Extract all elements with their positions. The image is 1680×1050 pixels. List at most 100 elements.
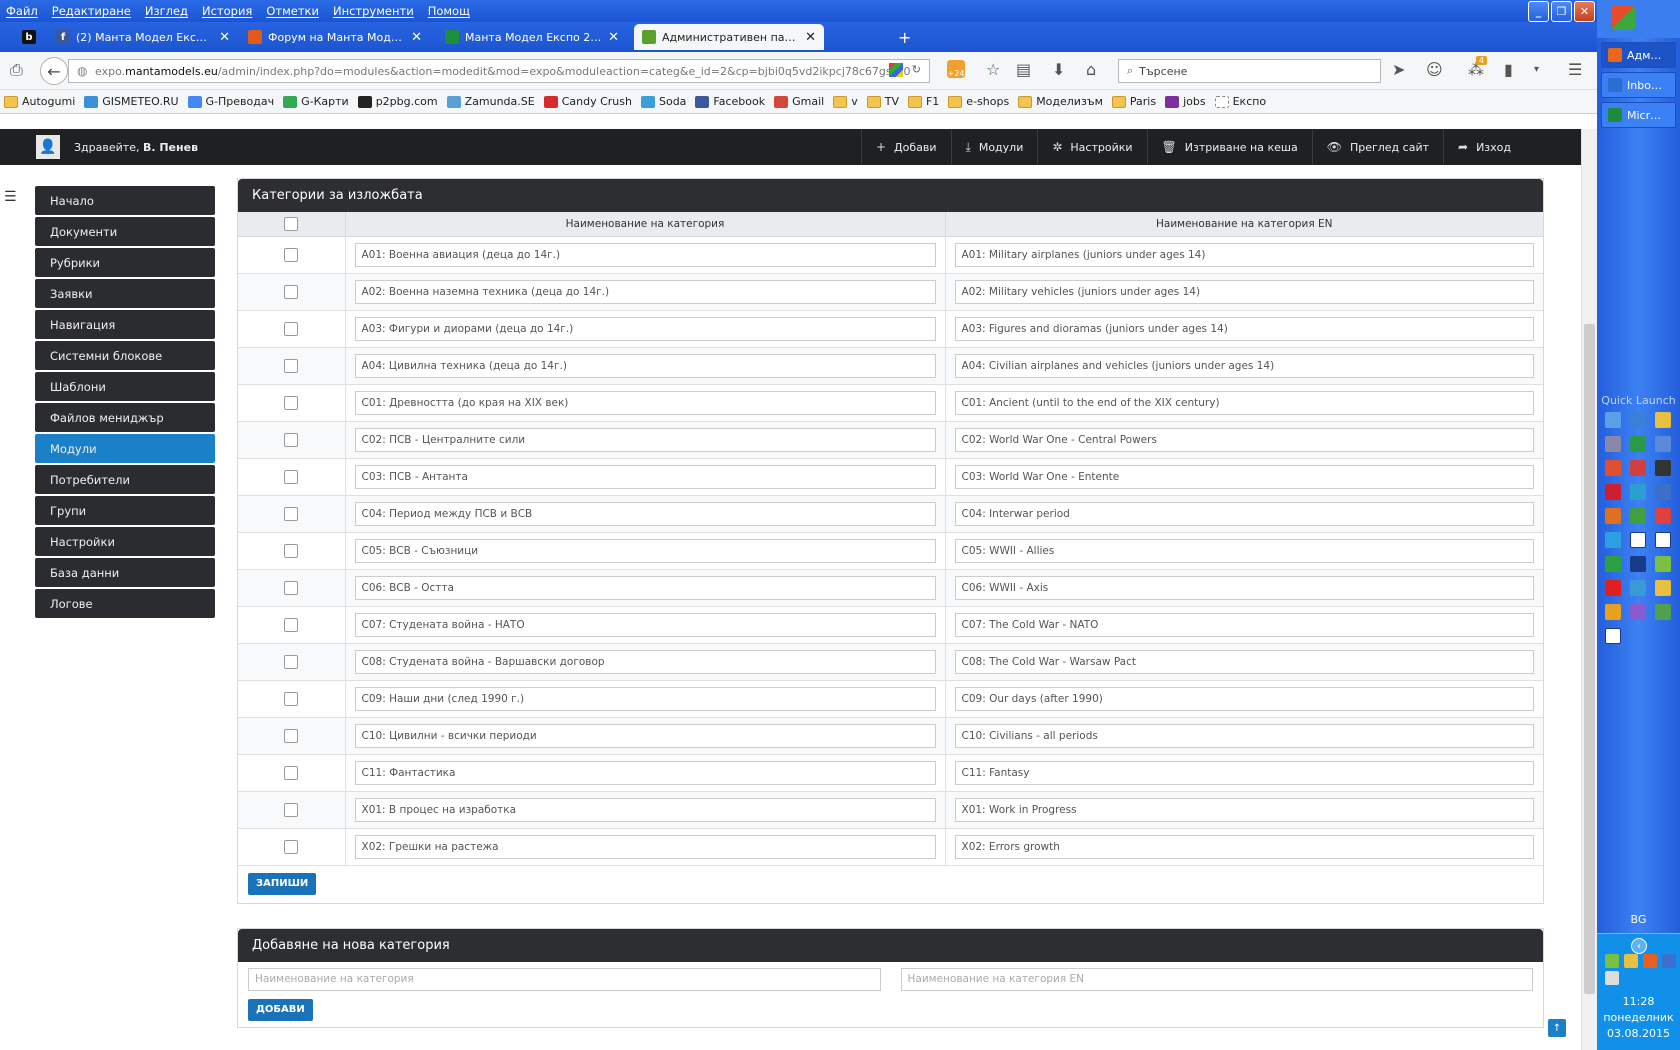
quick-launch-icon[interactable]	[1605, 508, 1621, 524]
quick-launch-icon[interactable]	[1630, 436, 1646, 452]
quick-launch-icon[interactable]	[1630, 556, 1646, 572]
sidebar-item[interactable]: База данни	[35, 558, 215, 587]
category-en-input[interactable]: X02: Errors growth	[954, 834, 1534, 859]
bookmark-item[interactable]: G-Карти	[283, 95, 349, 108]
quick-launch-icon[interactable]	[1655, 604, 1671, 620]
category-bg-input[interactable]: A03: Фигури и диорами (деца до 14г.)	[354, 316, 936, 341]
tray-expand-icon[interactable]: ‹	[1631, 938, 1647, 954]
category-en-input[interactable]: C07: The Cold War - NATO	[954, 612, 1534, 637]
category-en-input[interactable]: A01: Military airplanes (juniors under a…	[954, 242, 1534, 267]
category-en-input[interactable]: A03: Figures and dioramas (juniors under…	[954, 316, 1534, 341]
bookmark-item[interactable]: GISMETEO.RU	[84, 95, 179, 108]
sidebar-item[interactable]: Настройки	[35, 527, 215, 556]
row-checkbox[interactable]	[284, 802, 299, 817]
row-checkbox[interactable]	[284, 617, 299, 632]
row-checkbox[interactable]	[284, 543, 299, 558]
category-en-input[interactable]: C04: Interwar period	[954, 501, 1534, 526]
quick-launch-icon[interactable]	[1630, 580, 1646, 596]
bookmark-item[interactable]: Candy Crush	[543, 95, 632, 108]
top-menu-item[interactable]: + Добави	[860, 129, 951, 165]
tab-close-icon[interactable]: ✕	[608, 30, 619, 45]
sidebar-item[interactable]: Навигация	[35, 310, 215, 339]
quick-launch-icon[interactable]	[1630, 412, 1646, 428]
quick-launch-icon[interactable]	[1630, 460, 1646, 476]
new-category-bg-input[interactable]: Наименование на категория	[248, 967, 881, 991]
windows-start-icon[interactable]	[1611, 6, 1635, 30]
menu-item[interactable]: История	[202, 4, 252, 18]
scrollbar-thumb[interactable]	[1584, 324, 1595, 994]
category-en-input[interactable]: A02: Military vehicles (juniors under ag…	[954, 279, 1534, 304]
row-checkbox[interactable]	[284, 691, 299, 706]
addon-icon[interactable]	[889, 63, 903, 77]
download-icon[interactable]: ⬇	[1052, 60, 1065, 79]
clipboard-icon[interactable]: ▮	[1504, 60, 1513, 79]
bookmark-item[interactable]: TV	[866, 95, 899, 108]
row-checkbox[interactable]	[284, 321, 299, 336]
quick-launch-icon[interactable]	[1655, 460, 1671, 476]
category-en-input[interactable]: C01: Ancient (until to the end of the XI…	[954, 390, 1534, 415]
hamburger-menu-icon[interactable]: ☰	[1568, 60, 1582, 79]
quick-launch-icon[interactable]	[1605, 436, 1621, 452]
category-en-input[interactable]: C11: Fantasy	[954, 760, 1534, 785]
quick-launch-icon[interactable]	[1630, 508, 1646, 524]
category-en-input[interactable]: X01: Work in Progress	[954, 797, 1534, 822]
category-bg-input[interactable]: C06: ВСВ - Остта	[354, 575, 936, 600]
url-bar[interactable]: ◍ expo. mantamodels.eu/admin/index.php?do…	[68, 59, 930, 83]
row-checkbox[interactable]	[284, 839, 299, 854]
quick-launch-icon[interactable]	[1605, 580, 1621, 596]
tray-icon[interactable]	[1624, 954, 1638, 968]
category-bg-input[interactable]: A01: Военна авиация (деца до 14г.)	[354, 242, 936, 267]
quick-launch-icon[interactable]	[1655, 556, 1671, 572]
menu-item[interactable]: Редактиране	[52, 4, 131, 18]
category-bg-input[interactable]: A02: Военна наземна техника (деца до 14г…	[354, 279, 936, 304]
category-bg-input[interactable]: C03: ПСВ - Антанта	[354, 464, 936, 489]
category-en-input[interactable]: C08: The Cold War - Warsaw Pact	[954, 649, 1534, 674]
add-button[interactable]: ДОБАВИ	[248, 998, 313, 1021]
row-checkbox[interactable]	[284, 358, 299, 373]
category-bg-input[interactable]: C07: Студената война - НАТО	[354, 612, 936, 637]
reload-icon[interactable]: ↻	[912, 63, 921, 76]
weather-icon[interactable]: +24	[947, 60, 965, 78]
top-menu-item[interactable]: 🗑 Изтриване на кеша	[1146, 129, 1312, 165]
quick-launch-icon[interactable]	[1605, 412, 1621, 428]
sidebar-item[interactable]: Файлов мениджър	[35, 403, 215, 432]
quick-launch-icon[interactable]	[1605, 484, 1621, 500]
category-bg-input[interactable]: C09: Наши дни (след 1990 г.)	[354, 686, 936, 711]
quick-launch-icon[interactable]	[1655, 532, 1671, 548]
bookmark-item[interactable]: jobs	[1165, 95, 1206, 108]
send-icon[interactable]: ➤	[1392, 60, 1405, 79]
category-bg-input[interactable]: A04: Цивилна техника (деца до 14г.)	[354, 353, 936, 378]
tab-close-icon[interactable]: ✕	[219, 30, 230, 45]
bookmark-item[interactable]: p2pbg.com	[357, 95, 438, 108]
category-bg-input[interactable]: C01: Древността (до края на XIX век)	[354, 390, 936, 415]
top-menu-item[interactable]: ⤓ Модули	[950, 129, 1038, 165]
menu-item[interactable]: Изглед	[145, 4, 188, 18]
tab-close-icon[interactable]: ✕	[805, 30, 816, 45]
top-menu-item[interactable]: 👁 Преглед сайт	[1311, 129, 1443, 165]
quick-launch-icon[interactable]	[1605, 460, 1621, 476]
bookmark-item[interactable]: Autogumi	[4, 95, 75, 108]
bookmark-item[interactable]: Paris	[1111, 95, 1156, 108]
row-checkbox[interactable]	[284, 247, 299, 262]
quick-launch-icon[interactable]	[1655, 580, 1671, 596]
bookmark-item[interactable]: G-Преводач	[187, 95, 274, 108]
browser-tab[interactable]: Форум на Манта Модел Клуб • Д… ✕	[240, 24, 430, 50]
category-bg-input[interactable]: C11: Фантастика	[354, 760, 936, 785]
back-button[interactable]: ←	[40, 57, 68, 85]
page-scrollbar[interactable]	[1581, 129, 1597, 1050]
menu-item[interactable]: Отметки	[266, 4, 319, 18]
select-all-checkbox[interactable]	[284, 216, 299, 231]
sidebar-item[interactable]: Групи	[35, 496, 215, 525]
quick-launch-icon[interactable]	[1605, 628, 1621, 644]
row-checkbox[interactable]	[284, 728, 299, 743]
bookmark-item[interactable]: Facebook	[695, 95, 765, 108]
bookmark-item[interactable]: Експо	[1214, 95, 1266, 108]
top-menu-item[interactable]: ➦ Изход	[1443, 129, 1525, 165]
sidebar-item[interactable]: Заявки	[35, 279, 215, 308]
bookmark-item[interactable]: F1	[907, 95, 939, 108]
row-checkbox[interactable]	[284, 654, 299, 669]
category-bg-input[interactable]: C04: Период между ПСВ и ВСВ	[354, 501, 936, 526]
top-menu-item[interactable]: ✲ Настройки	[1037, 129, 1146, 165]
chat-icon[interactable]: ☺	[1426, 60, 1443, 79]
sidebar-item[interactable]: Начало	[35, 186, 215, 215]
